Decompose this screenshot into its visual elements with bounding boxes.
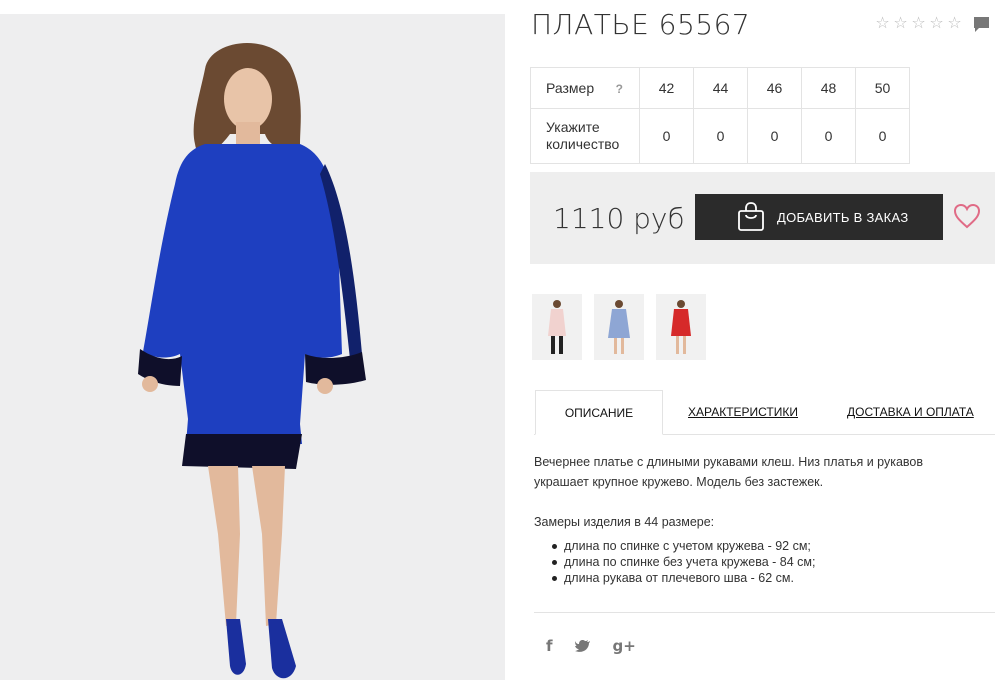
measures-list: длина по спинке с учетом кружева - 92 см… [552,538,815,586]
heart-icon[interactable] [953,203,981,229]
size-cell: 46 [747,67,802,109]
rating-stars[interactable]: ☆ ☆ ☆ ☆ ☆ [874,14,963,31]
social-share: f g+ [546,637,636,655]
tab-characteristics[interactable]: ХАРАКТЕРИСТИКИ [688,390,798,435]
quantity-input[interactable]: 0 [747,108,802,164]
price-box: 1110 руб ДОБАВИТЬ В ЗАКАЗ [530,172,995,264]
divider [534,612,995,613]
add-to-order-label: ДОБАВИТЬ В ЗАКАЗ [777,209,909,225]
product-main-image [0,14,505,680]
facebook-icon[interactable]: f [546,637,553,655]
size-help-icon[interactable]: ? [616,81,623,98]
tab-delivery-payment[interactable]: ДОСТАВКА И ОПЛАТА [847,390,974,435]
red-dress-thumbnail[interactable] [656,294,706,360]
quantity-input[interactable]: 0 [693,108,748,164]
product-tabs: ОПИСАНИЕ ХАРАКТЕРИСТИКИ ДОСТАВКА И ОПЛАТ… [534,390,995,435]
size-row: Размер ? 42 44 46 48 50 [530,67,910,109]
pink-dress-thumbnail[interactable] [532,294,582,360]
light-blue-dress-thumbnail[interactable] [594,294,644,360]
quantity-label: Укажите количество [530,108,640,164]
size-table: Размер ? 42 44 46 48 50 Укажите количест… [530,67,910,164]
twitter-icon[interactable] [574,639,591,653]
list-item: длина рукава от плечевого шва - 62 см. [552,570,815,586]
googleplus-icon[interactable]: g+ [613,637,636,655]
tab-description[interactable]: ОПИСАНИЕ [535,390,663,435]
measures-title: Замеры изделия в 44 размере: [534,515,715,529]
star-icon[interactable]: ☆ [946,14,963,31]
quantity-input[interactable]: 0 [855,108,910,164]
shopping-bag-icon [738,202,764,231]
size-cell: 44 [693,67,748,109]
quantity-input[interactable]: 0 [801,108,856,164]
size-label-cell: Размер ? [530,67,640,109]
star-icon[interactable]: ☆ [910,14,927,31]
star-icon[interactable]: ☆ [874,14,891,31]
star-icon[interactable]: ☆ [928,14,945,31]
size-cell: 50 [855,67,910,109]
quantity-input[interactable]: 0 [639,108,694,164]
list-item: длина по спинке без учета кружева - 84 с… [552,554,815,570]
model-illustration [0,14,505,680]
star-icon[interactable]: ☆ [892,14,909,31]
comment-icon[interactable] [973,16,990,33]
add-to-order-button[interactable]: ДОБАВИТЬ В ЗАКАЗ [695,194,943,240]
product-description: Вечернее платье с длиными рукавами клеш.… [534,455,924,489]
thumbnail-gallery [532,294,706,360]
size-cell: 48 [801,67,856,109]
price: 1110 руб [553,202,685,235]
size-label: Размер [546,79,595,96]
size-cell: 42 [639,67,694,109]
list-item: длина по спинке с учетом кружева - 92 см… [552,538,815,554]
product-title: ПЛАТЬЕ 65567 [531,8,751,41]
quantity-row: Укажите количество 0 0 0 0 0 [530,108,910,164]
